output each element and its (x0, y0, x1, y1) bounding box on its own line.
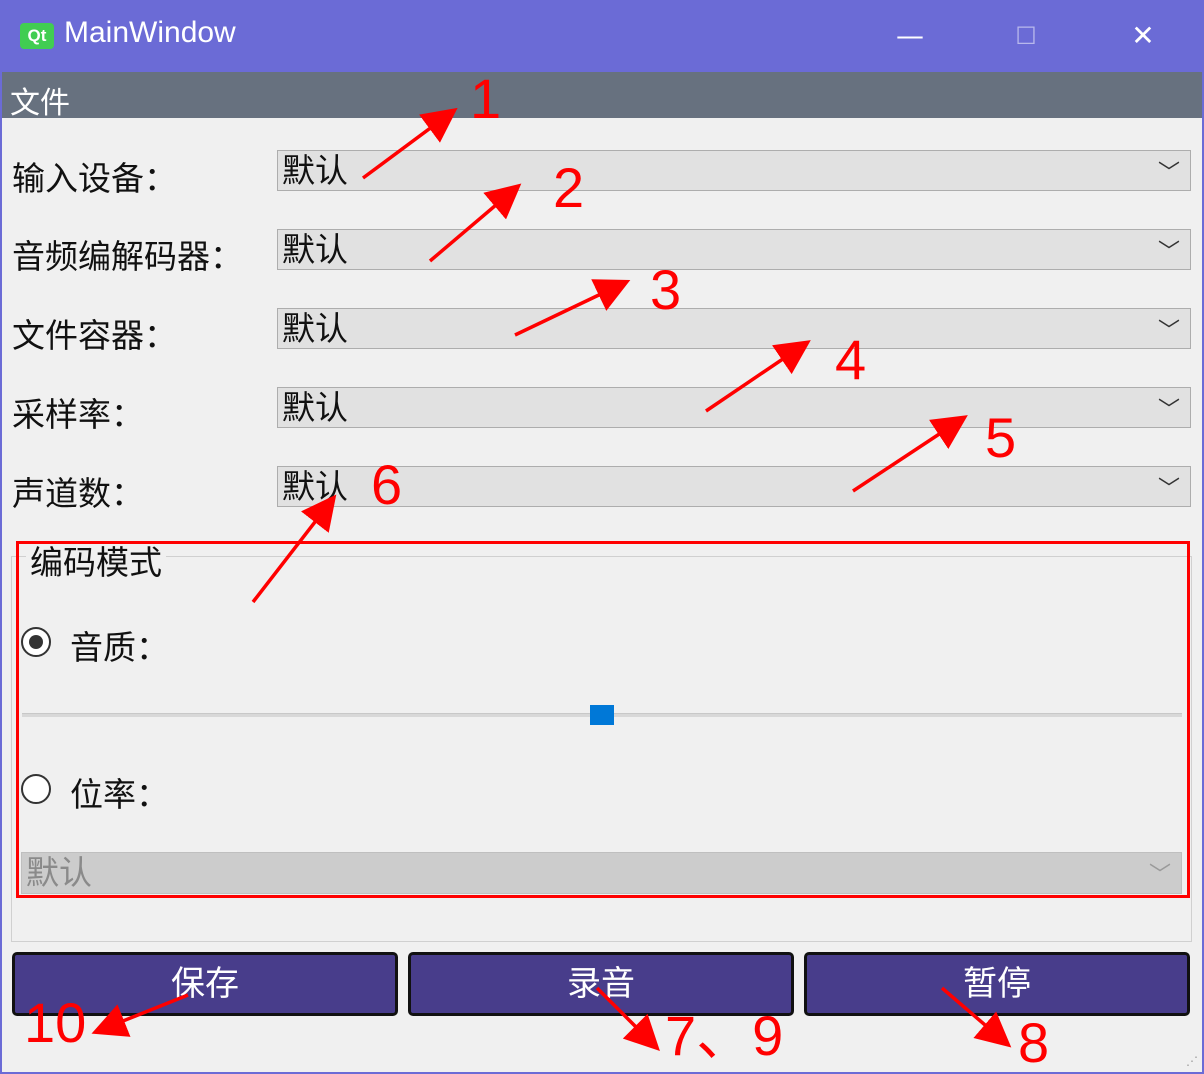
annotation-number: 7、9 (665, 1004, 783, 1067)
annotation-number: 2 (553, 156, 584, 219)
annotation-arrow (251, 494, 337, 604)
annotation-number: 4 (835, 328, 866, 391)
annotation-arrow (361, 107, 458, 180)
annotation-overlay: 1 2 3 4 5 6 7、9 8 10 (24, 67, 1049, 1074)
annotation-arrow (428, 183, 522, 263)
annotation-arrow (940, 986, 1012, 1048)
annotation-number: 1 (470, 67, 501, 130)
annotation-number: 3 (650, 258, 681, 321)
annotation-arrow (595, 986, 660, 1051)
annotation-number: 5 (985, 406, 1016, 469)
annotation-arrow (514, 279, 631, 337)
annotation-arrow (91, 993, 189, 1037)
annotation-number: 6 (371, 453, 402, 516)
annotation-number: 8 (1018, 1011, 1049, 1074)
annotation-arrow (705, 340, 811, 413)
annotation-arrow (852, 415, 968, 493)
annotation-number: 10 (24, 991, 86, 1054)
